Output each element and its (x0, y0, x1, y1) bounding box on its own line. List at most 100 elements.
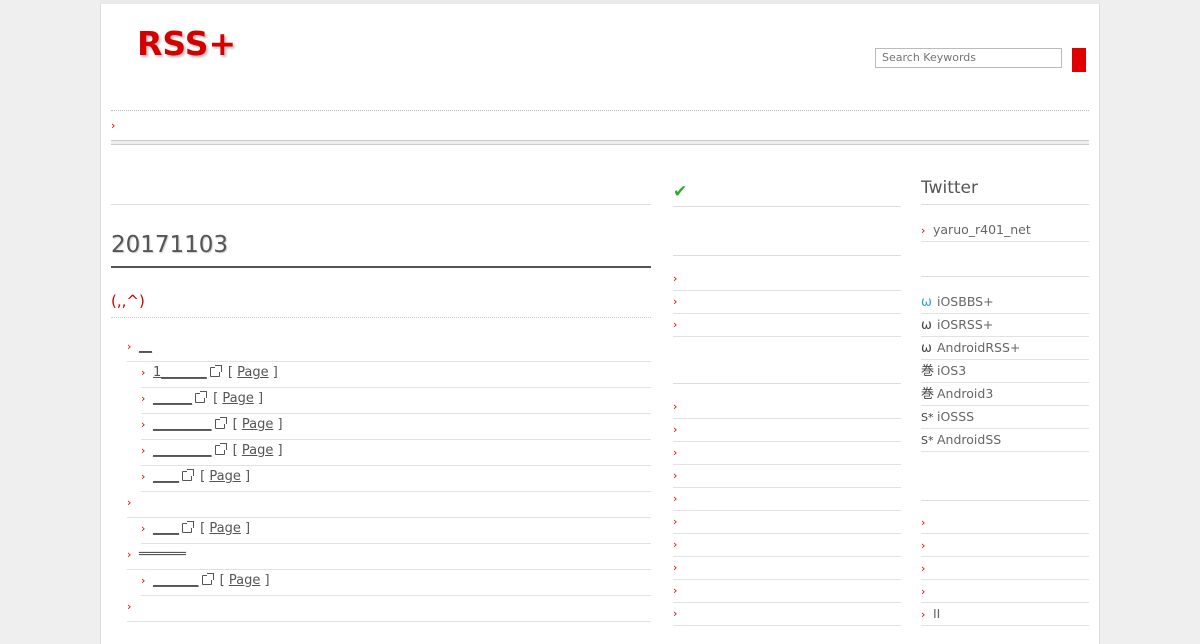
list-item: › _________ [ Page ] (141, 440, 651, 466)
mid-divider (673, 383, 901, 384)
list-item[interactable]: › __ (127, 336, 651, 362)
bracket: ] (264, 573, 270, 588)
page-link[interactable]: Page (209, 521, 240, 536)
nav-chevron-icon[interactable]: › (111, 119, 115, 132)
chevron-right-icon: › (141, 522, 146, 535)
bracket: [ (227, 365, 233, 380)
list-item[interactable]: › II (921, 603, 1089, 626)
chevron-right-icon: › (673, 584, 678, 597)
chevron-right-icon: › (673, 538, 678, 551)
twitter-username: yaruo_r401_net (933, 222, 1031, 237)
article-link[interactable]: 1_______ (153, 365, 207, 380)
app-link[interactable]: ω AndroidRSS+ (921, 337, 1089, 360)
mid-divider (673, 255, 901, 256)
external-link-icon[interactable] (182, 521, 194, 533)
list-item[interactable]: › (673, 511, 901, 534)
site-logo[interactable]: RSS+ (137, 24, 236, 63)
chevron-right-icon: › (673, 272, 678, 285)
mid-divider (673, 206, 901, 207)
article-link[interactable]: ____ (153, 521, 179, 536)
article-link[interactable]: _________ (153, 417, 212, 432)
app-link[interactable]: S* iOSSS (921, 406, 1089, 429)
chevron-right-icon: › (141, 392, 146, 405)
chevron-right-icon: › (673, 607, 678, 620)
app-link[interactable]: ω iOSRSS+ (921, 314, 1089, 337)
list-item[interactable]: › (673, 557, 901, 580)
chevron-right-icon: › (673, 515, 678, 528)
category-link[interactable]: ══════ (139, 547, 186, 562)
list-item[interactable]: › ══════ (127, 544, 651, 570)
list-item[interactable]: › (921, 580, 1089, 603)
list-item[interactable]: › (673, 534, 901, 557)
page-link[interactable]: Page (229, 573, 260, 588)
search-button[interactable] (1072, 48, 1086, 72)
list-item[interactable]: › (673, 396, 901, 419)
chevron-right-icon: › (673, 295, 678, 308)
app-link[interactable]: ω iOSBBS+ (921, 291, 1089, 314)
search-input[interactable] (875, 48, 1062, 68)
nav-top-divider (111, 110, 1089, 111)
list-item[interactable]: › (127, 492, 651, 518)
chevron-right-icon: › (921, 585, 926, 598)
side-divider (921, 276, 1089, 277)
list-item: › _______ [ Page ] (141, 570, 651, 596)
side-divider (921, 500, 1089, 501)
checkmark-icon: ✔ (673, 182, 688, 202)
omega-icon: ω (921, 295, 932, 310)
article-link[interactable]: ______ (153, 391, 192, 406)
external-link-icon[interactable] (182, 469, 194, 481)
chevron-right-icon: › (921, 224, 926, 237)
page-link[interactable]: Page (209, 469, 240, 484)
app-label: iOSBBS+ (937, 294, 994, 309)
s-star-icon: S* (921, 434, 934, 447)
chevron-right-icon: › (921, 539, 926, 552)
list-item[interactable]: › (673, 465, 901, 488)
list-item[interactable]: › (921, 511, 1089, 534)
chevron-right-icon: › (673, 492, 678, 505)
chevron-right-icon: › (141, 366, 146, 379)
chevron-right-icon: › (127, 600, 132, 613)
app-link[interactable]: S* AndroidSS (921, 429, 1089, 452)
list-item[interactable]: › (673, 488, 901, 511)
category-link[interactable]: __ (139, 339, 152, 354)
list-item[interactable]: › (673, 291, 901, 314)
page-link[interactable]: Page (242, 417, 273, 432)
chevron-right-icon: › (127, 548, 132, 561)
bracket: [ (232, 443, 238, 458)
list-item[interactable]: › (127, 596, 651, 622)
face-heading: (,,^) (111, 292, 145, 310)
chevron-right-icon: › (673, 318, 678, 331)
article-link[interactable]: _______ (153, 573, 199, 588)
chevron-right-icon: › (921, 562, 926, 575)
page-link[interactable]: Page (242, 443, 273, 458)
list-item[interactable]: › (673, 419, 901, 442)
list-item: › 1_______ [ Page ] (141, 362, 651, 388)
page-link[interactable]: Page (237, 365, 268, 380)
article-link[interactable]: ____ (153, 469, 179, 484)
chevron-right-icon: › (673, 446, 678, 459)
list-item[interactable]: › (921, 557, 1089, 580)
page-link[interactable]: Page (222, 391, 253, 406)
chevron-right-icon: › (141, 470, 146, 483)
list-item[interactable]: › (673, 314, 901, 337)
list-item: › ____ [ Page ] (141, 518, 651, 544)
list-item[interactable]: › (921, 534, 1089, 557)
external-link-icon[interactable] (209, 365, 222, 377)
chevron-right-icon: › (673, 561, 678, 574)
bracket: [ (200, 469, 206, 484)
omega-icon: ω (921, 341, 932, 356)
external-link-icon[interactable] (214, 443, 227, 455)
main-divider (111, 204, 651, 205)
list-item[interactable]: › (673, 442, 901, 465)
twitter-user-link[interactable]: › yaruo_r401_net (921, 219, 1089, 242)
app-link[interactable]: 巻 Android3 (921, 383, 1089, 406)
external-link-icon[interactable] (201, 573, 214, 585)
external-link-icon[interactable] (195, 391, 207, 403)
external-link-icon[interactable] (214, 417, 227, 429)
app-link[interactable]: 巻 iOS3 (921, 360, 1089, 383)
list-item[interactable]: › (673, 603, 901, 626)
article-link[interactable]: _________ (153, 443, 212, 458)
list-item[interactable]: › (673, 580, 901, 603)
bracket: [ (213, 391, 219, 406)
list-item[interactable]: › (673, 268, 901, 291)
